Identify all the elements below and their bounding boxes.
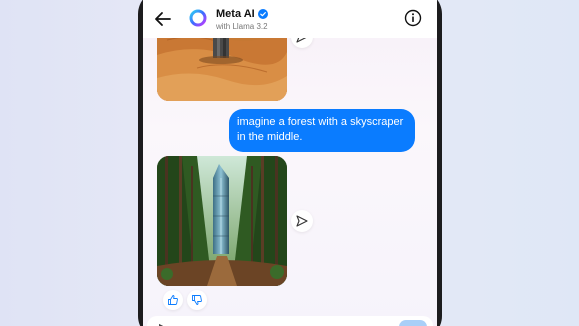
- user-message-bubble[interactable]: imagine a forest with a skyscraper in th…: [229, 109, 415, 152]
- share-button[interactable]: [291, 210, 313, 232]
- chat-screen: Meta AI with Llama 3.2 imagine a forest …: [143, 0, 437, 326]
- ai-generated-image-forest[interactable]: [157, 156, 287, 286]
- forest-skyscraper-image: [157, 156, 287, 286]
- meta-ai-avatar[interactable]: [188, 8, 208, 28]
- thumbs-down-button[interactable]: [187, 290, 207, 310]
- thumbs-down-icon: [192, 295, 202, 305]
- info-icon[interactable]: [404, 9, 422, 27]
- thumbs-up-icon: [168, 295, 178, 305]
- send-icon: [296, 215, 308, 227]
- chat-subtitle: with Llama 3.2: [216, 22, 268, 31]
- verified-badge-icon: [257, 9, 268, 19]
- back-arrow-icon[interactable]: [153, 9, 173, 29]
- composer-caret-icon: ▸: [159, 321, 164, 326]
- chat-title-text: Meta AI: [216, 8, 255, 20]
- chat-header: Meta AI with Llama 3.2: [143, 0, 437, 38]
- message-composer[interactable]: ▸: [147, 316, 433, 326]
- send-button[interactable]: [399, 320, 427, 326]
- chat-title[interactable]: Meta AI: [216, 8, 268, 20]
- thumbs-up-button[interactable]: [163, 290, 183, 310]
